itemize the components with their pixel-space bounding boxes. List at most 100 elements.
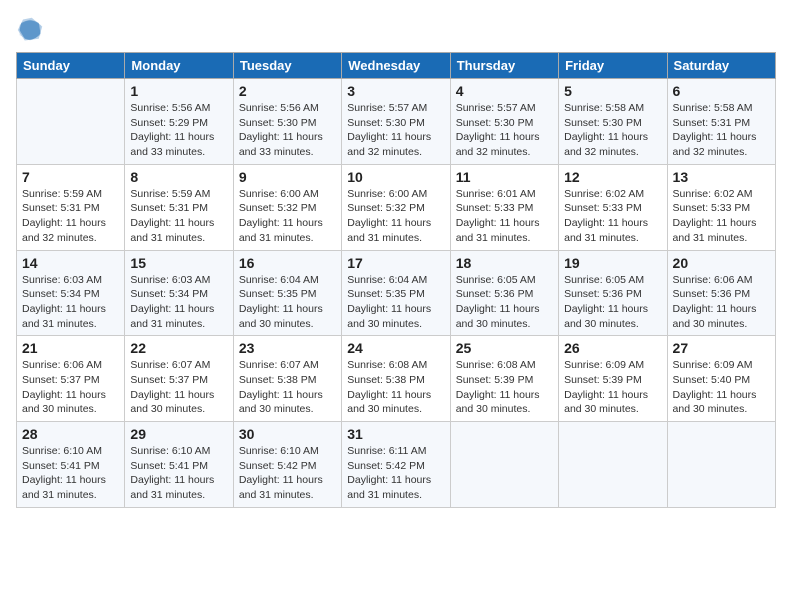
day-info: Sunrise: 6:00 AMSunset: 5:32 PMDaylight:… [347,187,444,246]
day-info: Sunrise: 6:08 AMSunset: 5:39 PMDaylight:… [456,358,553,417]
day-info: Sunrise: 6:09 AMSunset: 5:39 PMDaylight:… [564,358,661,417]
weekday-header-thursday: Thursday [450,53,558,79]
calendar-week-row: 21 Sunrise: 6:06 AMSunset: 5:37 PMDayligh… [17,336,776,422]
calendar-cell: 1 Sunrise: 5:56 AMSunset: 5:29 PMDaylight… [125,79,233,165]
day-number: 7 [22,169,119,185]
day-number: 23 [239,340,336,356]
day-number: 8 [130,169,227,185]
calendar-cell: 2Sunrise: 5:56 AMSunset: 5:30 PMDaylight… [233,79,341,165]
weekday-header-row: SundayMondayTuesdayWednesdayThursdayFrid… [17,53,776,79]
day-number: 10 [347,169,444,185]
day-number: 14 [22,255,119,271]
day-info: Sunrise: 5:59 AMSunset: 5:31 PMDaylight:… [22,187,119,246]
day-info: Sunrise: 6:10 AMSunset: 5:42 PMDaylight:… [239,444,336,503]
day-info: Sunrise: 6:07 AMSunset: 5:37 PMDaylight:… [130,358,227,417]
calendar-cell: 25 Sunrise: 6:08 AMSunset: 5:39 PMDayligh… [450,336,558,422]
calendar-cell: 19 Sunrise: 6:05 AMSunset: 5:36 PMDayligh… [559,250,667,336]
calendar-cell: 26 Sunrise: 6:09 AMSunset: 5:39 PMDayligh… [559,336,667,422]
day-number: 21 [22,340,119,356]
page-header [16,16,776,44]
calendar-table: SundayMondayTuesdayWednesdayThursdayFrid… [16,52,776,508]
day-info: Sunrise: 5:56 AMSunset: 5:30 PMDaylight:… [239,101,336,160]
day-info: Sunrise: 6:05 AMSunset: 5:36 PMDaylight:… [456,273,553,332]
calendar-cell: 10 Sunrise: 6:00 AMSunset: 5:32 PMDayligh… [342,164,450,250]
day-info: Sunrise: 6:06 AMSunset: 5:37 PMDaylight:… [22,358,119,417]
calendar-week-row: 28 Sunrise: 6:10 AMSunset: 5:41 PMDayligh… [17,422,776,508]
day-number: 28 [22,426,119,442]
day-info: Sunrise: 6:08 AMSunset: 5:38 PMDaylight:… [347,358,444,417]
day-number: 4 [456,83,553,99]
weekday-header-friday: Friday [559,53,667,79]
calendar-cell: 28 Sunrise: 6:10 AMSunset: 5:41 PMDayligh… [17,422,125,508]
calendar-cell: 21 Sunrise: 6:06 AMSunset: 5:37 PMDayligh… [17,336,125,422]
logo [16,16,48,44]
weekday-header-tuesday: Tuesday [233,53,341,79]
day-info: Sunrise: 6:04 AMSunset: 5:35 PMDaylight:… [347,273,444,332]
day-number: 19 [564,255,661,271]
calendar-week-row: 14 Sunrise: 6:03 AMSunset: 5:34 PMDayligh… [17,250,776,336]
day-number: 24 [347,340,444,356]
day-number: 26 [564,340,661,356]
calendar-cell: 16Sunrise: 6:04 AMSunset: 5:35 PMDayligh… [233,250,341,336]
day-number: 1 [130,83,227,99]
calendar-cell: 22 Sunrise: 6:07 AMSunset: 5:37 PMDayligh… [125,336,233,422]
weekday-header-sunday: Sunday [17,53,125,79]
day-number: 13 [673,169,770,185]
day-number: 9 [239,169,336,185]
day-number: 22 [130,340,227,356]
calendar-cell [667,422,775,508]
calendar-cell: 15 Sunrise: 6:03 AMSunset: 5:34 PMDayligh… [125,250,233,336]
day-info: Sunrise: 6:04 AMSunset: 5:35 PMDaylight:… [239,273,336,332]
day-info: Sunrise: 6:05 AMSunset: 5:36 PMDaylight:… [564,273,661,332]
calendar-cell: 3 Sunrise: 5:57 AMSunset: 5:30 PMDaylight… [342,79,450,165]
day-number: 12 [564,169,661,185]
calendar-cell: 14 Sunrise: 6:03 AMSunset: 5:34 PMDayligh… [17,250,125,336]
day-info: Sunrise: 6:03 AMSunset: 5:34 PMDaylight:… [22,273,119,332]
calendar-cell: 17Sunrise: 6:04 AMSunset: 5:35 PMDayligh… [342,250,450,336]
day-number: 11 [456,169,553,185]
logo-icon [16,16,44,44]
calendar-cell: 30Sunrise: 6:10 AMSunset: 5:42 PMDayligh… [233,422,341,508]
calendar-cell: 24 Sunrise: 6:08 AMSunset: 5:38 PMDayligh… [342,336,450,422]
day-number: 15 [130,255,227,271]
day-number: 31 [347,426,444,442]
calendar-cell: 27 Sunrise: 6:09 AMSunset: 5:40 PMDayligh… [667,336,775,422]
calendar-cell: 5Sunrise: 5:58 AMSunset: 5:30 PMDaylight… [559,79,667,165]
day-number: 5 [564,83,661,99]
day-info: Sunrise: 6:02 AMSunset: 5:33 PMDaylight:… [564,187,661,246]
day-info: Sunrise: 6:10 AMSunset: 5:41 PMDaylight:… [22,444,119,503]
weekday-header-saturday: Saturday [667,53,775,79]
day-number: 20 [673,255,770,271]
day-info: Sunrise: 6:09 AMSunset: 5:40 PMDaylight:… [673,358,770,417]
day-number: 27 [673,340,770,356]
day-info: Sunrise: 5:59 AMSunset: 5:31 PMDaylight:… [130,187,227,246]
day-info: Sunrise: 6:00 AMSunset: 5:32 PMDaylight:… [239,187,336,246]
day-number: 3 [347,83,444,99]
calendar-cell: 11 Sunrise: 6:01 AMSunset: 5:33 PMDayligh… [450,164,558,250]
calendar-cell [559,422,667,508]
calendar-week-row: 7 Sunrise: 5:59 AMSunset: 5:31 PMDaylight… [17,164,776,250]
day-number: 6 [673,83,770,99]
day-info: Sunrise: 5:56 AMSunset: 5:29 PMDaylight:… [130,101,227,160]
calendar-cell: 13 Sunrise: 6:02 AMSunset: 5:33 PMDayligh… [667,164,775,250]
day-info: Sunrise: 6:10 AMSunset: 5:41 PMDaylight:… [130,444,227,503]
calendar-cell: 29 Sunrise: 6:10 AMSunset: 5:41 PMDayligh… [125,422,233,508]
day-info: Sunrise: 6:07 AMSunset: 5:38 PMDaylight:… [239,358,336,417]
day-number: 29 [130,426,227,442]
calendar-cell: 18 Sunrise: 6:05 AMSunset: 5:36 PMDayligh… [450,250,558,336]
day-number: 18 [456,255,553,271]
calendar-cell: 4Sunrise: 5:57 AMSunset: 5:30 PMDaylight… [450,79,558,165]
day-number: 25 [456,340,553,356]
calendar-cell: 31Sunrise: 6:11 AMSunset: 5:42 PMDayligh… [342,422,450,508]
day-info: Sunrise: 5:57 AMSunset: 5:30 PMDaylight:… [347,101,444,160]
day-info: Sunrise: 6:01 AMSunset: 5:33 PMDaylight:… [456,187,553,246]
calendar-cell: 9 Sunrise: 6:00 AMSunset: 5:32 PMDaylight… [233,164,341,250]
day-info: Sunrise: 6:02 AMSunset: 5:33 PMDaylight:… [673,187,770,246]
day-info: Sunrise: 6:06 AMSunset: 5:36 PMDaylight:… [673,273,770,332]
calendar-cell [450,422,558,508]
calendar-week-row: 1 Sunrise: 5:56 AMSunset: 5:29 PMDaylight… [17,79,776,165]
weekday-header-monday: Monday [125,53,233,79]
calendar-cell: 20 Sunrise: 6:06 AMSunset: 5:36 PMDayligh… [667,250,775,336]
day-info: Sunrise: 6:03 AMSunset: 5:34 PMDaylight:… [130,273,227,332]
weekday-header-wednesday: Wednesday [342,53,450,79]
